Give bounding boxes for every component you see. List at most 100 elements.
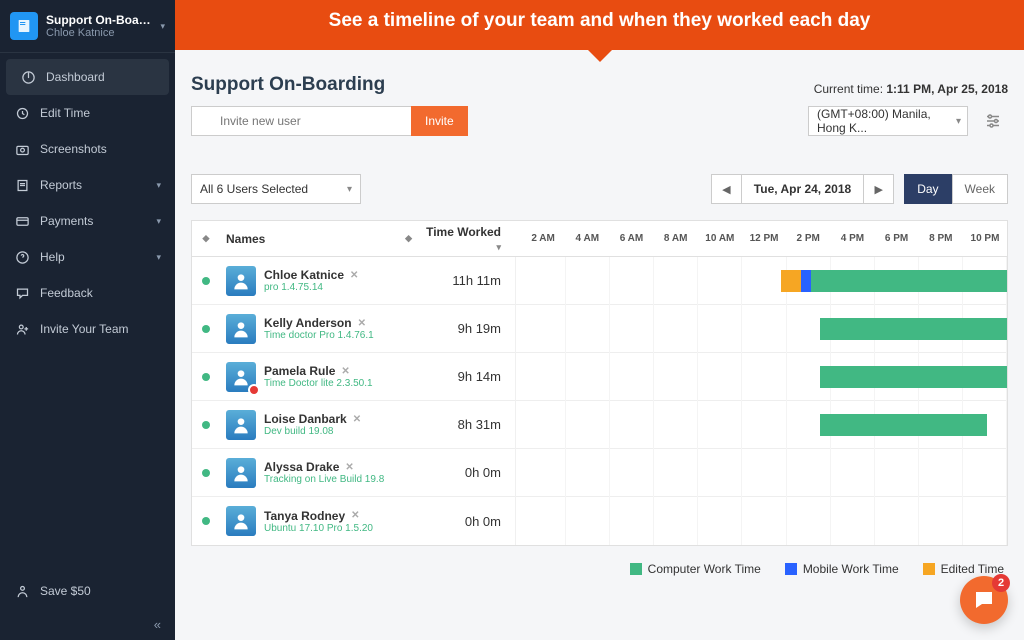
sidebar-collapse[interactable]: « — [0, 609, 175, 640]
timeline-cell — [515, 449, 1007, 497]
nav-help[interactable]: Help ▾ — [0, 239, 175, 275]
timeline-cell — [515, 353, 1007, 401]
help-icon — [14, 249, 30, 265]
time-worked-value: 11h 11m — [420, 273, 515, 288]
team-user: Chloe Katnice — [46, 27, 152, 39]
nav-screenshots[interactable]: Screenshots — [0, 131, 175, 167]
view-toggle: Day Week — [904, 174, 1008, 204]
timeline-cell — [515, 305, 1007, 353]
chevron-left-icon: « — [154, 617, 161, 632]
avatar — [226, 314, 256, 344]
remove-icon[interactable]: ✕ — [358, 318, 366, 329]
add-user-icon — [14, 321, 30, 337]
timeline-bar-edited[interactable] — [781, 270, 801, 292]
col-time-worked[interactable]: Time Worked — [426, 225, 501, 239]
time-worked-value: 0h 0m — [420, 514, 515, 529]
hour-label: 4 AM — [565, 233, 609, 244]
invite-input[interactable] — [191, 106, 411, 136]
user-name: Tanya Rodney✕ — [264, 509, 373, 523]
date-next-button[interactable]: ▶ — [864, 174, 894, 204]
timeline-table: ◆ Names ◆ Time Worked ▾ 2 AM4 AM6 AM8 AM… — [191, 220, 1008, 546]
remove-icon[interactable]: ✕ — [350, 270, 358, 281]
remove-icon[interactable]: ✕ — [341, 366, 349, 377]
user-filter-select[interactable]: All 6 Users Selected ▾ — [191, 174, 361, 204]
status-dot — [202, 517, 210, 525]
date-display[interactable]: Tue, Apr 24, 2018 — [741, 174, 864, 204]
chevron-down-icon: ▾ — [347, 184, 352, 195]
timeline-bar-computer[interactable] — [820, 414, 987, 436]
nav-reports[interactable]: Reports ▾ — [0, 167, 175, 203]
nav-save50[interactable]: Save $50 — [0, 573, 175, 609]
hour-label: 2 PM — [786, 233, 830, 244]
timeline-cell — [515, 401, 1007, 449]
avatar — [226, 266, 256, 296]
date-navigator: ◀ Tue, Apr 24, 2018 ▶ — [711, 174, 894, 204]
dashboard-icon — [20, 69, 36, 85]
user-name: Kelly Anderson✕ — [264, 316, 374, 330]
table-row: Pamela Rule✕Time Doctor lite 2.3.50.19h … — [192, 353, 1007, 401]
nav-payments[interactable]: Payments ▾ — [0, 203, 175, 239]
hour-label: 6 AM — [609, 233, 653, 244]
date-prev-button[interactable]: ◀ — [711, 174, 741, 204]
current-time: Current time: 1:11 PM, Apr 25, 2018 — [814, 82, 1008, 96]
user-name: Pamela Rule✕ — [264, 364, 373, 378]
timeline-bar-computer[interactable] — [820, 366, 1007, 388]
sort-icon[interactable]: ◆ — [405, 233, 412, 244]
banner-text: See a timeline of your team and when the… — [329, 10, 871, 31]
legend-computer: Computer Work Time — [630, 562, 761, 576]
nav-label: Screenshots — [40, 142, 107, 156]
user-version: pro 1.4.75.14 — [264, 282, 358, 293]
chevron-down-icon: ▾ — [160, 21, 165, 32]
team-name: Support On-Boardi... — [46, 13, 152, 27]
camera-icon — [14, 141, 30, 157]
hour-label: 6 PM — [875, 233, 919, 244]
hour-label: 10 PM — [963, 233, 1007, 244]
swatch-icon — [630, 563, 642, 575]
user-version: Ubuntu 17.10 Pro 1.5.20 — [264, 523, 373, 534]
sort-icon[interactable]: ◆ — [203, 233, 210, 244]
settings-button[interactable] — [978, 106, 1008, 136]
swatch-icon — [785, 563, 797, 575]
avatar — [226, 362, 256, 392]
legend: Computer Work Time Mobile Work Time Edit… — [175, 552, 1024, 586]
timezone-select[interactable]: (GMT+08:00) Manila, Hong K... — [808, 106, 968, 136]
user-version: Dev build 19.08 — [264, 426, 361, 437]
timeline-bar-mobile[interactable] — [801, 270, 811, 292]
nav-label: Save $50 — [40, 584, 91, 598]
timeline-bar-computer[interactable] — [820, 318, 1007, 340]
main: See a timeline of your team and when the… — [175, 0, 1024, 640]
toggle-week[interactable]: Week — [952, 174, 1008, 204]
chevron-down-icon: ▾ — [156, 180, 161, 191]
card-icon — [14, 213, 30, 229]
time-worked-value: 9h 14m — [420, 369, 515, 384]
swatch-icon — [923, 563, 935, 575]
nav-dashboard[interactable]: Dashboard — [6, 59, 169, 95]
sort-down-icon[interactable]: ▾ — [496, 242, 501, 252]
chat-launcher[interactable]: 2 — [960, 576, 1008, 624]
remove-icon[interactable]: ✕ — [345, 462, 353, 473]
avatar — [226, 458, 256, 488]
hour-label: 4 PM — [830, 233, 874, 244]
nav-label: Edit Time — [40, 106, 90, 120]
chat-icon — [14, 285, 30, 301]
toggle-day[interactable]: Day — [904, 174, 951, 204]
user-version: Time doctor Pro 1.4.76.1 — [264, 330, 374, 341]
status-dot — [202, 325, 210, 333]
time-worked-value: 9h 19m — [420, 321, 515, 336]
report-icon — [14, 177, 30, 193]
nav-edit-time[interactable]: Edit Time — [0, 95, 175, 131]
nav-invite-team[interactable]: Invite Your Team — [0, 311, 175, 347]
time-worked-value: 0h 0m — [420, 465, 515, 480]
remove-icon[interactable]: ✕ — [351, 510, 359, 521]
notification-badge — [248, 384, 260, 396]
table-row: Alyssa Drake✕Tracking on Live Build 19.8… — [192, 449, 1007, 497]
remove-icon[interactable]: ✕ — [353, 414, 361, 425]
gift-icon — [14, 583, 30, 599]
col-names[interactable]: Names — [226, 232, 265, 246]
invite-user-form: Invite — [191, 106, 468, 136]
avatar — [226, 410, 256, 440]
nav-feedback[interactable]: Feedback — [0, 275, 175, 311]
timeline-bar-computer[interactable] — [811, 270, 1007, 292]
invite-button[interactable]: Invite — [411, 106, 468, 136]
team-selector[interactable]: Support On-Boardi... Chloe Katnice ▾ — [0, 0, 175, 53]
